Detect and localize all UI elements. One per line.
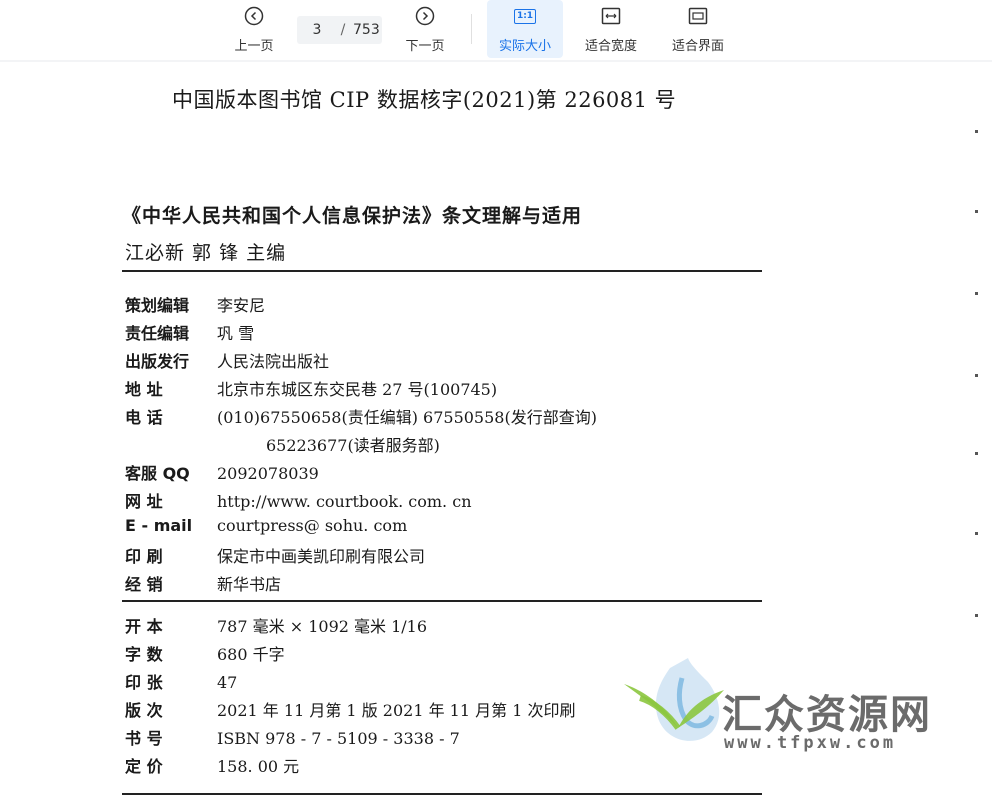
info-value: 人民法院出版社	[217, 352, 330, 371]
spec-value: 680 千字	[217, 645, 285, 664]
info-value: courtpress@ sohu. com	[217, 516, 408, 535]
spec-value: 47	[217, 673, 238, 692]
info-row: 印 刷 保定市中画美凯印刷有限公司	[125, 543, 425, 567]
toolbar-divider	[471, 14, 472, 44]
fit-page-button[interactable]: 适合界面	[665, 0, 731, 58]
spec-value: 2021 年 11 月第 1 版 2021 年 11 月第 1 次印刷	[217, 701, 576, 720]
info-key: 经 销	[125, 575, 163, 594]
book-authors: 江必新 郭 锋 主编	[125, 242, 287, 264]
info-key: 地 址	[125, 380, 163, 399]
watermark-url: www.tfpxw.com	[724, 733, 897, 753]
actual-size-icon-text: 1:1	[513, 8, 537, 24]
info-row: 网 址 http://www. courtbook. com. cn	[125, 488, 472, 512]
spec-row: 定 价 158. 00 元	[125, 753, 299, 777]
book-title: 《中华人民共和国个人信息保护法》条文理解与适用	[122, 205, 583, 227]
info-value: 2092078039	[217, 464, 319, 483]
spec-key: 定 价	[125, 757, 163, 776]
info-key: 电 话	[125, 408, 163, 427]
scan-mark	[975, 452, 978, 455]
total-pages: 753	[353, 22, 380, 38]
actual-size-icon: 1:1	[513, 6, 537, 26]
info-value: 李安尼	[217, 296, 266, 315]
info-value: 新华书店	[217, 575, 282, 594]
info-row: 出版发行 人民法院出版社	[125, 348, 329, 372]
info-key: E - mail	[125, 516, 193, 535]
scan-mark	[975, 210, 978, 213]
info-key: 网 址	[125, 492, 163, 511]
info-value: (010)67550658(责任编辑) 67550558(发行部查询)	[217, 408, 597, 427]
info-value: 巩 雪	[217, 324, 255, 343]
info-key: 出版发行	[125, 352, 190, 371]
spec-value: 787 毫米 × 1092 毫米 1/16	[217, 617, 428, 636]
scan-mark	[975, 374, 978, 377]
rule-middle	[122, 600, 762, 602]
phone-continuation: 65223677(读者服务部)	[266, 436, 440, 455]
info-key: 责任编辑	[125, 324, 190, 343]
toolbar: 上一页 3 / 753 下一页 1:1 实际大小 适合宽度 适合界面	[0, 0, 992, 60]
info-key: 印 刷	[125, 547, 163, 566]
scan-mark	[975, 532, 978, 535]
spec-key: 开 本	[125, 617, 163, 636]
info-row: 客服 QQ 2092078039	[125, 460, 319, 484]
rule-top	[122, 270, 762, 272]
spec-row: 书 号 ISBN 978 - 7 - 5109 - 3338 - 7	[125, 725, 460, 749]
scan-mark	[975, 292, 978, 295]
spec-key: 书 号	[125, 729, 163, 748]
fit-page-label: 适合界面	[671, 39, 724, 54]
rule-bottom	[122, 793, 762, 795]
info-value: 北京市东城区东交民巷 27 号(100745)	[217, 380, 498, 399]
info-row: E - mail courtpress@ sohu. com	[125, 516, 407, 535]
page-separator: /	[340, 22, 346, 38]
spec-row: 字 数 680 千字	[125, 641, 285, 665]
spec-row: 印 张 47	[125, 669, 237, 693]
current-page-input[interactable]: 3	[297, 22, 337, 38]
spec-key: 版 次	[125, 701, 163, 720]
info-row: 地 址 北京市东城区东交民巷 27 号(100745)	[125, 376, 497, 400]
prev-page-label: 上一页	[234, 39, 274, 54]
fit-width-icon	[601, 6, 621, 26]
watermark-text: 汇众资源网	[722, 692, 932, 738]
spec-row: 开 本 787 毫米 × 1092 毫米 1/16	[125, 613, 427, 637]
info-row: 电 话 (010)67550658(责任编辑) 67550558(发行部查询)	[125, 404, 597, 428]
fit-page-icon	[688, 6, 708, 26]
page-number-box[interactable]: 3 / 753	[297, 16, 382, 44]
spec-key: 印 张	[125, 673, 163, 692]
info-row: 责任编辑 巩 雪	[125, 320, 254, 344]
chevron-left-icon	[244, 6, 264, 26]
spec-value: 158. 00 元	[217, 757, 300, 776]
actual-size-label: 实际大小	[498, 39, 551, 54]
spec-key: 字 数	[125, 645, 163, 664]
next-page-label: 下一页	[405, 39, 445, 54]
actual-size-button[interactable]: 1:1 实际大小	[487, 0, 563, 58]
spec-row: 版 次 2021 年 11 月第 1 版 2021 年 11 月第 1 次印刷	[125, 697, 575, 721]
info-row: 经 销 新华书店	[125, 571, 281, 595]
info-value: 保定市中画美凯印刷有限公司	[217, 547, 426, 566]
info-key: 策划编辑	[125, 296, 190, 315]
scan-mark	[975, 614, 978, 617]
next-page-button[interactable]: 下一页	[397, 0, 453, 58]
info-value: http://www. courtbook. com. cn	[217, 492, 472, 511]
scan-mark	[975, 130, 978, 133]
cip-line: 中国版本图书馆 CIP 数据核字(2021)第 226081 号	[172, 88, 677, 112]
info-row: 策划编辑 李安尼	[125, 292, 265, 316]
fit-width-button[interactable]: 适合宽度	[578, 0, 644, 58]
spec-value: ISBN 978 - 7 - 5109 - 3338 - 7	[217, 729, 460, 748]
fit-width-label: 适合宽度	[584, 39, 637, 54]
info-key: 客服 QQ	[125, 464, 190, 483]
chevron-right-icon	[415, 6, 435, 26]
prev-page-button[interactable]: 上一页	[226, 0, 282, 58]
